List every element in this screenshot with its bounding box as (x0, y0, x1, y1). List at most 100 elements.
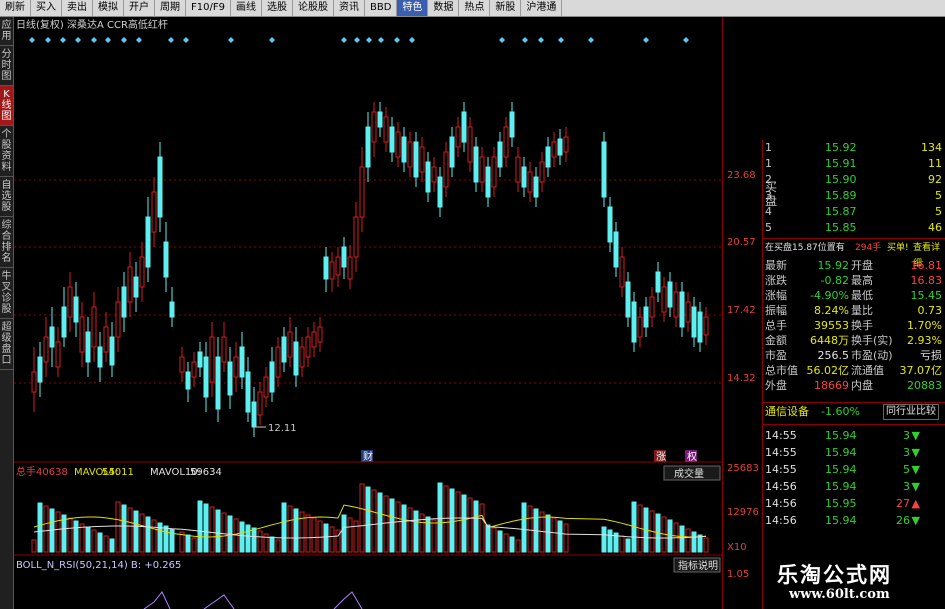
ind-tick: 1.05 (727, 569, 750, 580)
volume-bar (245, 524, 251, 553)
menu-item-16[interactable]: 沪港通 (521, 0, 563, 16)
low-price-label: 12.11 (268, 423, 297, 434)
bid-row: 4 15.87 5 (763, 204, 945, 220)
stat-value: 56.02亿 (806, 364, 850, 377)
menu-item-6[interactable]: F10/F9 (186, 0, 231, 16)
tick-volume: 3 (903, 480, 910, 493)
menu-item-8[interactable]: 选股 (262, 0, 293, 16)
candle-body (533, 176, 539, 198)
sidebar-tab-1[interactable]: 分时图 (0, 46, 13, 86)
stat-label: 量比 (851, 304, 873, 317)
volume-bar (203, 503, 209, 553)
tick-row: 14:55 15.94 5 ▼ (763, 462, 945, 478)
volume-bar (91, 529, 97, 553)
vol-label: 总手 (16, 465, 36, 478)
candle-body (85, 331, 91, 363)
sidebar-tab-0[interactable]: 应用 (0, 17, 13, 46)
stat-row: 金额 6448万 换手(实) 2.93% (763, 333, 945, 349)
info-qty: 294手 (855, 243, 882, 253)
sidebar-tab-6[interactable]: 牛叉诊股 (0, 268, 13, 319)
candle-body (515, 156, 521, 183)
candle-body (371, 111, 377, 143)
menu-item-12[interactable]: 特色 (397, 0, 429, 16)
signal-diamond (522, 37, 528, 43)
menu-item-9[interactable]: 论股股 (293, 0, 334, 16)
sector-change: -1.60% (821, 405, 860, 418)
arrow-up-icon: ▲ (911, 497, 920, 510)
volume-bar (601, 526, 607, 553)
candle-body (527, 171, 533, 193)
volume-bar (67, 517, 73, 553)
chart-area[interactable]: 日线(复权) 深桑达A CCR高低红杆 12.11 财涨权总手 40638 MAVOL5… (14, 17, 722, 609)
volume-bar (407, 507, 413, 553)
volume-bar (185, 534, 191, 553)
menu-item-11[interactable]: BBD (365, 0, 398, 16)
bid-row: 1 15.92 134 (763, 140, 945, 156)
menu-item-0[interactable]: 刷新 (0, 0, 31, 16)
tick-volume: 26 (896, 514, 910, 527)
panel-divider (763, 402, 945, 403)
stat-label: 振幅 (765, 304, 787, 317)
candle-body (157, 156, 163, 218)
menu-item-10[interactable]: 资讯 (334, 0, 365, 16)
volume-bar (515, 539, 521, 553)
bid-volume: 11 (928, 157, 942, 170)
menu-item-5[interactable]: 周期 (155, 0, 186, 16)
sidebar-tab-4[interactable]: 自选股 (0, 177, 13, 217)
sector-compare-button[interactable]: 同行业比较 (883, 404, 939, 420)
candle-body (673, 291, 679, 318)
stat-row: 涨跌 -0.82 最高 16.83 (763, 273, 945, 289)
candle-body (91, 306, 97, 348)
quote-panel: 1 15.92 134 1 15.91 11 2 15.90 92 3 15.89 5 4 15.87 5 5… (762, 140, 945, 609)
volume-bar (329, 526, 335, 553)
candle-body (679, 291, 685, 328)
candle-body (667, 281, 673, 308)
candle-body (191, 361, 197, 378)
volume-bar (389, 498, 395, 553)
menu-item-1[interactable]: 买入 (31, 0, 62, 16)
candle-body (323, 256, 329, 280)
menu-item-4[interactable]: 开户 (124, 0, 155, 16)
menu-item-7[interactable]: 画线 (231, 0, 262, 16)
sidebar-tab-2[interactable]: K线图 (0, 86, 13, 126)
signal-diamond (168, 37, 174, 43)
bid-price: 15.85 (825, 221, 857, 234)
signal-diamond (499, 37, 505, 43)
signal-diamond (91, 37, 97, 43)
stat-row: 市盈 256.5 市盈(动) 亏损 (763, 348, 945, 364)
candle-body (607, 206, 613, 243)
candle-body (661, 286, 667, 313)
signal-diamond (121, 37, 127, 43)
bid-volume: 5 (935, 189, 942, 202)
candle-body (509, 111, 515, 138)
candle-body (557, 138, 563, 156)
candle-body (497, 141, 503, 168)
candle-body (521, 166, 527, 188)
tick-time: 14:56 (765, 514, 797, 527)
sidebar-tab-5[interactable]: 综合排名 (0, 217, 13, 268)
menu-item-14[interactable]: 热点 (459, 0, 491, 16)
stat-value: 18669 (814, 379, 849, 392)
menu-item-2[interactable]: 卖出 (62, 0, 93, 16)
sidebar-tab-7[interactable]: 超级盘口 (0, 319, 13, 370)
candle-body (139, 256, 145, 288)
tick-price: 15.94 (825, 480, 857, 493)
stat-label: 最新 (765, 259, 787, 272)
candle-body (691, 306, 697, 338)
candle-body (43, 336, 49, 363)
menu-item-13[interactable]: 数据 (428, 0, 460, 16)
tick-time: 14:56 (765, 497, 797, 510)
sidebar-tab-3[interactable]: 个股资料 (0, 126, 13, 177)
volume-bar (697, 534, 703, 553)
candle-body (365, 126, 371, 168)
stat-label: 内盘 (851, 379, 873, 392)
stat-value: 1.70% (907, 319, 942, 332)
volume-bar (151, 519, 157, 553)
kline-chart-svg[interactable]: 日线(复权) 深桑达A CCR高低红杆12.11财涨权总手 40638 MAVOL5… (14, 17, 722, 609)
candle-body (67, 286, 73, 318)
menu-item-3[interactable]: 模拟 (93, 0, 124, 16)
menu-item-15[interactable]: 新股 (490, 0, 522, 16)
volume-bar (443, 485, 449, 553)
price-tick: 20.57 (727, 237, 756, 248)
volume-bar (383, 495, 389, 553)
